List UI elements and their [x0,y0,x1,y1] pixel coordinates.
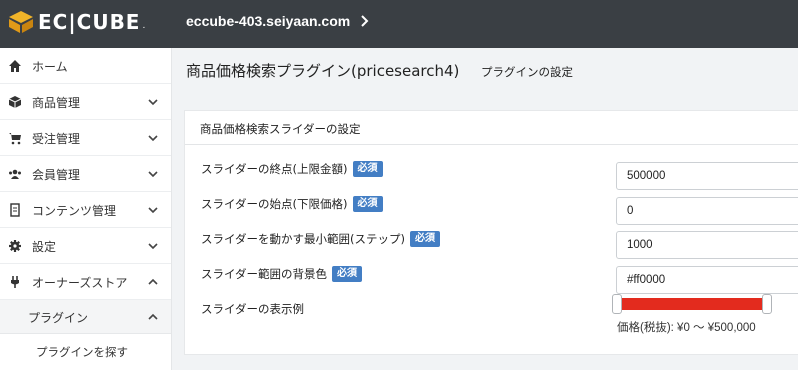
chevron-down-icon [148,135,158,142]
chevron-down-icon [148,207,158,214]
logo-dot: . [142,21,146,31]
eccube-logo[interactable]: EC|CUBE . [8,10,145,34]
top-header: EC|CUBE . eccube-403.seiyaan.com [0,0,798,48]
field-label: スライダーの始点(下限価格) [201,197,348,211]
cube-logo-icon [9,11,33,33]
chevron-down-icon [148,243,158,250]
required-badge: 必須 [332,266,363,282]
sidebar-item-plugin[interactable]: プラグイン [0,300,171,334]
document-icon [10,203,20,217]
card-header: 商品価格検索スライダーの設定 [185,111,798,145]
min-price-input[interactable]: 0 [616,197,798,225]
cube-icon [8,96,22,108]
plug-icon [11,276,19,288]
card-title: 商品価格検索スライダーの設定 [200,122,361,136]
slider-range [615,298,767,310]
sidebar-item-owners-store[interactable]: オーナーズストア [0,264,171,300]
bg-color-input[interactable]: #ff0000 [616,266,798,294]
chevron-up-icon [148,313,158,320]
users-icon [9,169,21,179]
sidebar-item-label: 会員管理 [32,168,81,182]
slider-handle-min[interactable] [612,294,622,314]
price-range-text: 価格(税抜): ¥0 〜 ¥500,000 [617,322,756,334]
field-label: スライダーの終点(上限金額) [201,162,348,176]
sidebar-item-products[interactable]: 商品管理 [0,84,171,120]
sidebar: ホーム 商品管理 受注管理 会員管理 コンテンツ管理 設定 オーナーズストア プ… [0,48,172,370]
sidebar-item-customers[interactable]: 会員管理 [0,156,171,192]
sidebar-item-label: ホーム [32,60,68,74]
field-label: スライダー範囲の背景色 [201,267,328,281]
chevron-right-icon[interactable] [360,14,370,28]
form-row-label-preview: スライダーの表示例 [201,301,304,317]
sidebar-item-label: 商品管理 [32,96,81,110]
settings-card: 商品価格検索スライダーの設定 スライダーの終点(上限金額) 必須 500000 … [184,110,798,355]
home-icon [9,60,21,72]
required-badge: 必須 [410,231,441,247]
page-title: 商品価格検索プラグイン(pricesearch4) [186,62,460,80]
required-badge: 必須 [352,196,383,212]
sidebar-item-label: プラグイン [28,311,89,325]
form-row-label-min: スライダーの始点(下限価格) 必須 [201,196,383,212]
required-badge: 必須 [352,161,383,177]
max-price-input[interactable]: 500000 [616,162,798,190]
slider-handle-max[interactable] [762,294,772,314]
site-name-link[interactable]: eccube-403.seiyaan.com [186,13,350,29]
chevron-up-icon [148,278,158,285]
form-row-label-color: スライダー範囲の背景色 必須 [201,266,363,282]
chevron-down-icon [148,99,158,106]
form-row-label-max: スライダーの終点(上限金額) 必須 [201,161,383,177]
field-label: スライダーの表示例 [201,302,305,316]
logo-text: EC|CUBE [38,10,141,34]
chevron-down-icon [148,171,158,178]
sidebar-item-label: コンテンツ管理 [32,204,117,218]
form-row-label-step: スライダーを動かす最小範囲(ステップ) 必須 [201,231,441,247]
sidebar-item-label: プラグインを探す [36,345,128,359]
sidebar-item-home[interactable]: ホーム [0,48,171,84]
sidebar-item-label: 受注管理 [32,132,81,146]
field-label: スライダーを動かす最小範囲(ステップ) [201,232,406,246]
sidebar-item-label: オーナーズストア [32,276,128,290]
sidebar-item-label: 設定 [32,240,57,254]
sidebar-item-orders[interactable]: 受注管理 [0,120,171,156]
step-input[interactable]: 1000 [616,231,798,259]
page-subtitle: プラグインの設定 [481,65,573,79]
sidebar-item-find-plugin[interactable]: プラグインを探す [0,334,171,368]
sidebar-item-contents[interactable]: コンテンツ管理 [0,192,171,228]
cart-icon [9,133,21,145]
sidebar-item-settings[interactable]: 設定 [0,228,171,264]
gear-icon [9,240,21,252]
